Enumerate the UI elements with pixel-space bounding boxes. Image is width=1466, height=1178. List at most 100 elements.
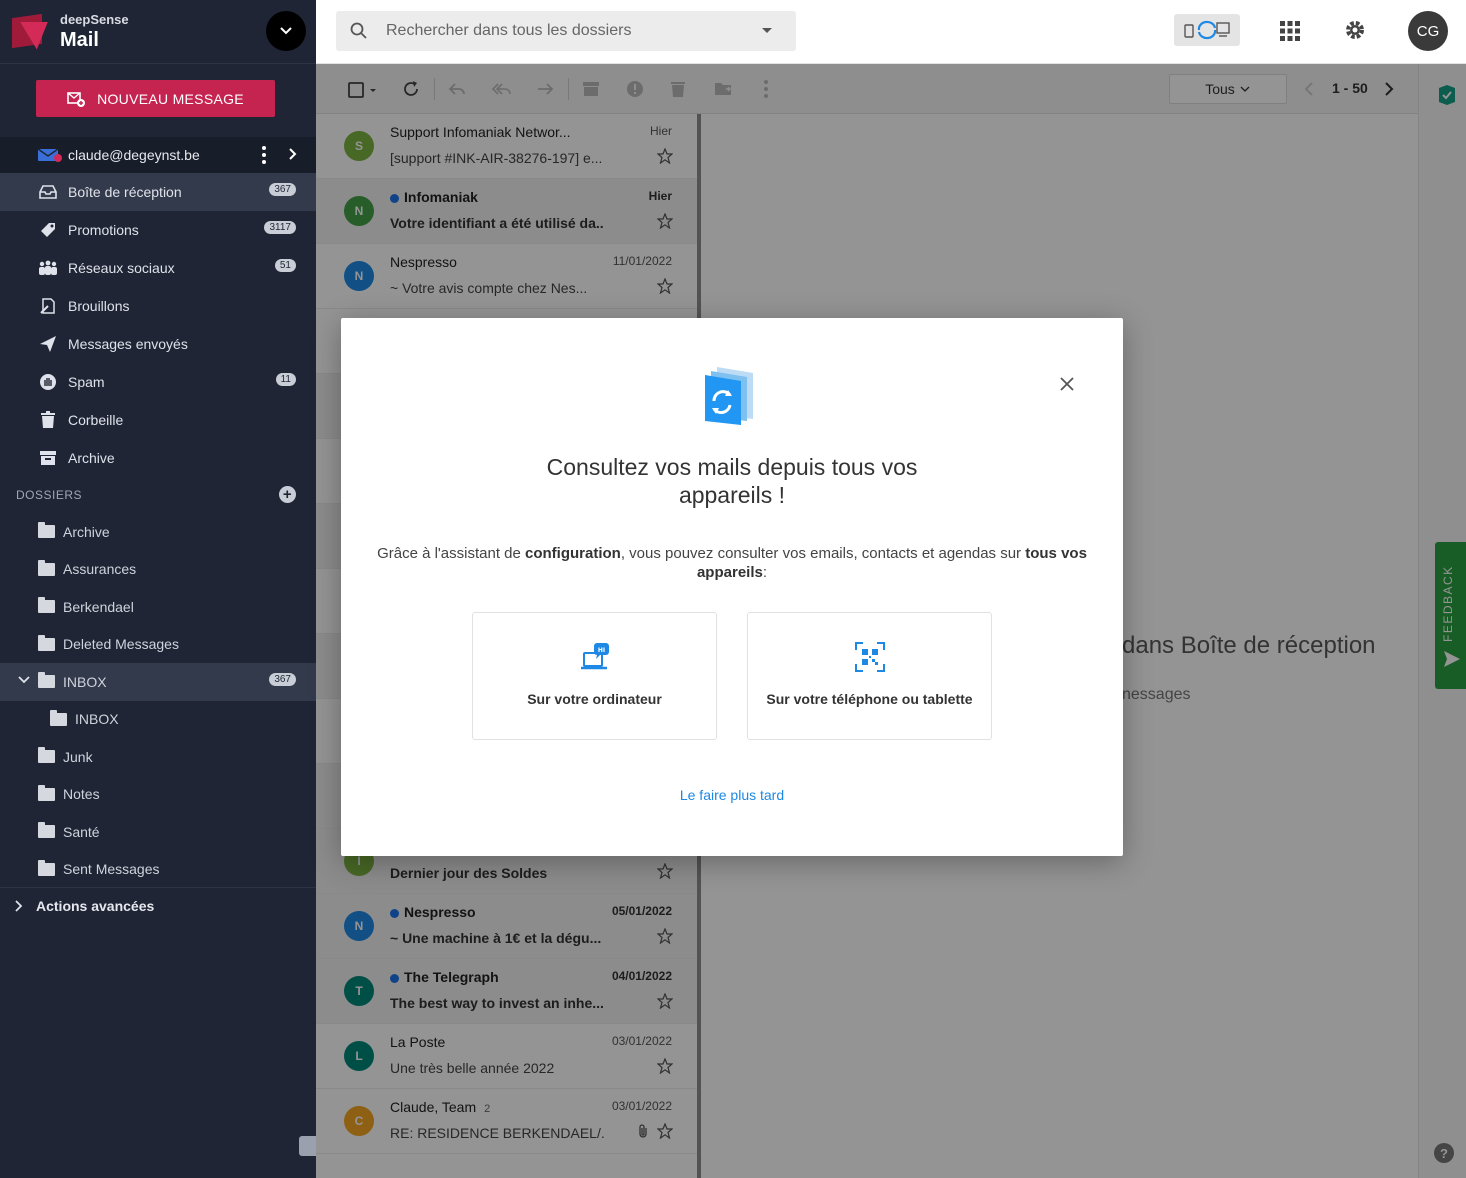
advanced-actions-label: Actions avancées xyxy=(36,897,155,914)
folder-icon xyxy=(38,634,55,651)
folder-icon xyxy=(38,522,55,539)
send-icon xyxy=(38,334,58,354)
folder-label: Messages envoyés xyxy=(68,336,188,352)
brand-company: deepSense xyxy=(60,11,129,27)
folder-icon xyxy=(38,597,55,614)
modal-title: Consultez vos mails depuis tous vos appa… xyxy=(341,453,1123,509)
user-avatar[interactable]: CG xyxy=(1408,11,1448,51)
chevron-down-icon xyxy=(280,27,292,35)
search-bar[interactable]: Rechercher dans tous les dossiers xyxy=(336,11,796,51)
folder-label: Promotions xyxy=(68,222,139,238)
empty-folder-name: Boîte de réception xyxy=(1180,632,1376,659)
inbox-icon xyxy=(38,182,58,202)
folder-label: INBOX xyxy=(63,673,107,690)
account-menu-icon[interactable] xyxy=(262,146,266,164)
svg-text:HI: HI xyxy=(597,647,604,654)
folder-label: Archive xyxy=(68,450,115,466)
later-link[interactable]: Le faire plus tard xyxy=(341,787,1123,803)
unread-count-badge: 11 xyxy=(275,373,296,386)
folder-label: INBOX xyxy=(75,711,119,728)
empty-folder-title-pre: dans xyxy=(1122,632,1181,659)
folder-label: Assurances xyxy=(63,561,137,578)
folder-item-assurances[interactable]: Assurances xyxy=(0,551,316,589)
device-setup-modal: Consultez vos mails depuis tous vos appa… xyxy=(341,318,1123,856)
folder-item-sante[interactable]: Santé xyxy=(0,813,316,851)
setup-computer-label: Sur votre ordinateur xyxy=(527,691,662,707)
trash-icon xyxy=(38,410,58,430)
folder-item-archive[interactable]: Archive xyxy=(0,513,316,551)
people-icon xyxy=(38,258,58,278)
deepsense-logo-icon xyxy=(10,12,50,52)
qr-code-icon xyxy=(854,642,885,672)
folder-trash[interactable]: Corbeille xyxy=(0,401,316,439)
folder-item-inbox-child[interactable]: INBOX xyxy=(0,701,316,739)
advanced-actions[interactable]: Actions avancées xyxy=(0,887,316,923)
folder-label: Junk xyxy=(63,748,93,765)
account-envelope-icon xyxy=(38,148,62,162)
folders-section-title: DOSSIERS xyxy=(16,488,83,502)
setup-phone-card[interactable]: Sur votre téléphone ou tablette xyxy=(747,612,992,740)
compose-icon xyxy=(67,91,86,107)
unread-count-badge: 3117 xyxy=(264,221,296,234)
folder-item-junk[interactable]: Junk xyxy=(0,738,316,776)
folder-sent[interactable]: Messages envoyés xyxy=(0,325,316,363)
folders-section-header: DOSSIERS + xyxy=(0,477,316,513)
add-folder-icon[interactable]: + xyxy=(279,486,296,503)
close-icon[interactable] xyxy=(1059,376,1075,392)
folder-promotions[interactable]: Promotions 3117 xyxy=(0,211,316,249)
folder-label: Corbeille xyxy=(68,412,124,428)
folder-label: Deleted Messages xyxy=(63,636,179,653)
folder-item-sent-messages[interactable]: Sent Messages xyxy=(0,851,316,889)
folder-label: Spam xyxy=(68,374,105,390)
setup-computer-card[interactable]: HI Sur votre ordinateur xyxy=(472,612,717,740)
unread-count-badge: 51 xyxy=(274,259,296,272)
brand-product: Mail xyxy=(60,28,99,51)
account-row[interactable]: claude@degeynst.be xyxy=(0,137,316,173)
folder-icon xyxy=(38,859,55,876)
new-message-label: NOUVEAU MESSAGE xyxy=(97,90,244,107)
search-options-caret-icon[interactable] xyxy=(762,28,772,33)
folder-label: Réseaux sociaux xyxy=(68,260,175,276)
desc-text: , vous pouvez consulter vos emails, cont… xyxy=(620,545,1026,562)
device-sync-illustration-icon xyxy=(705,367,753,425)
folder-spam[interactable]: Spam 11 xyxy=(0,363,316,401)
apps-grid-icon[interactable] xyxy=(1280,21,1300,41)
folder-label: Notes xyxy=(63,786,100,803)
sidebar: deepSense Mail NOUVEAU MESSAGE claude@de… xyxy=(0,0,316,1178)
tag-icon xyxy=(38,220,58,240)
device-sync-button[interactable] xyxy=(1174,14,1240,46)
app-switcher-button[interactable] xyxy=(266,11,306,51)
desc-text: Grâce à l'assistant de xyxy=(377,545,526,562)
folder-item-berkendael[interactable]: Berkendael xyxy=(0,588,316,626)
gear-icon[interactable] xyxy=(1344,19,1366,41)
folder-icon xyxy=(38,559,55,576)
empty-folder-subtitle: nessages xyxy=(1122,686,1191,703)
chevron-down-icon[interactable] xyxy=(18,675,30,685)
folder-icon xyxy=(38,747,55,764)
modal-description: Grâce à l'assistant de configuration, vo… xyxy=(371,544,1093,582)
search-input[interactable]: Rechercher dans tous les dossiers xyxy=(386,22,631,40)
chevron-right-icon[interactable] xyxy=(288,147,298,161)
folder-icon xyxy=(38,822,55,839)
folder-label: Boîte de réception xyxy=(68,184,182,200)
folder-inbox[interactable]: Boîte de réception 367 xyxy=(0,173,316,211)
new-message-button[interactable]: NOUVEAU MESSAGE xyxy=(36,80,275,117)
open-folder-icon xyxy=(38,672,55,689)
folder-item-deleted[interactable]: Deleted Messages xyxy=(0,626,316,664)
search-icon xyxy=(350,22,367,39)
folder-icon xyxy=(38,784,55,801)
draft-icon xyxy=(38,296,58,316)
empty-folder-title: dans Boîte de réception xyxy=(1122,632,1376,660)
folder-social[interactable]: Réseaux sociaux 51 xyxy=(0,249,316,287)
sidebar-collapse-handle[interactable] xyxy=(299,1136,316,1156)
folder-item-notes[interactable]: Notes xyxy=(0,776,316,814)
folder-label: Brouillons xyxy=(68,298,130,314)
chevron-right-icon xyxy=(15,900,23,912)
folder-item-inbox-parent[interactable]: INBOX 367 xyxy=(0,663,316,701)
folder-icon xyxy=(50,709,67,726)
setup-phone-label: Sur votre téléphone ou tablette xyxy=(766,691,973,707)
folder-drafts[interactable]: Brouillons xyxy=(0,287,316,325)
archive-box-icon xyxy=(38,448,58,468)
folder-archive[interactable]: Archive xyxy=(0,439,316,477)
folder-label: Santé xyxy=(63,823,100,840)
